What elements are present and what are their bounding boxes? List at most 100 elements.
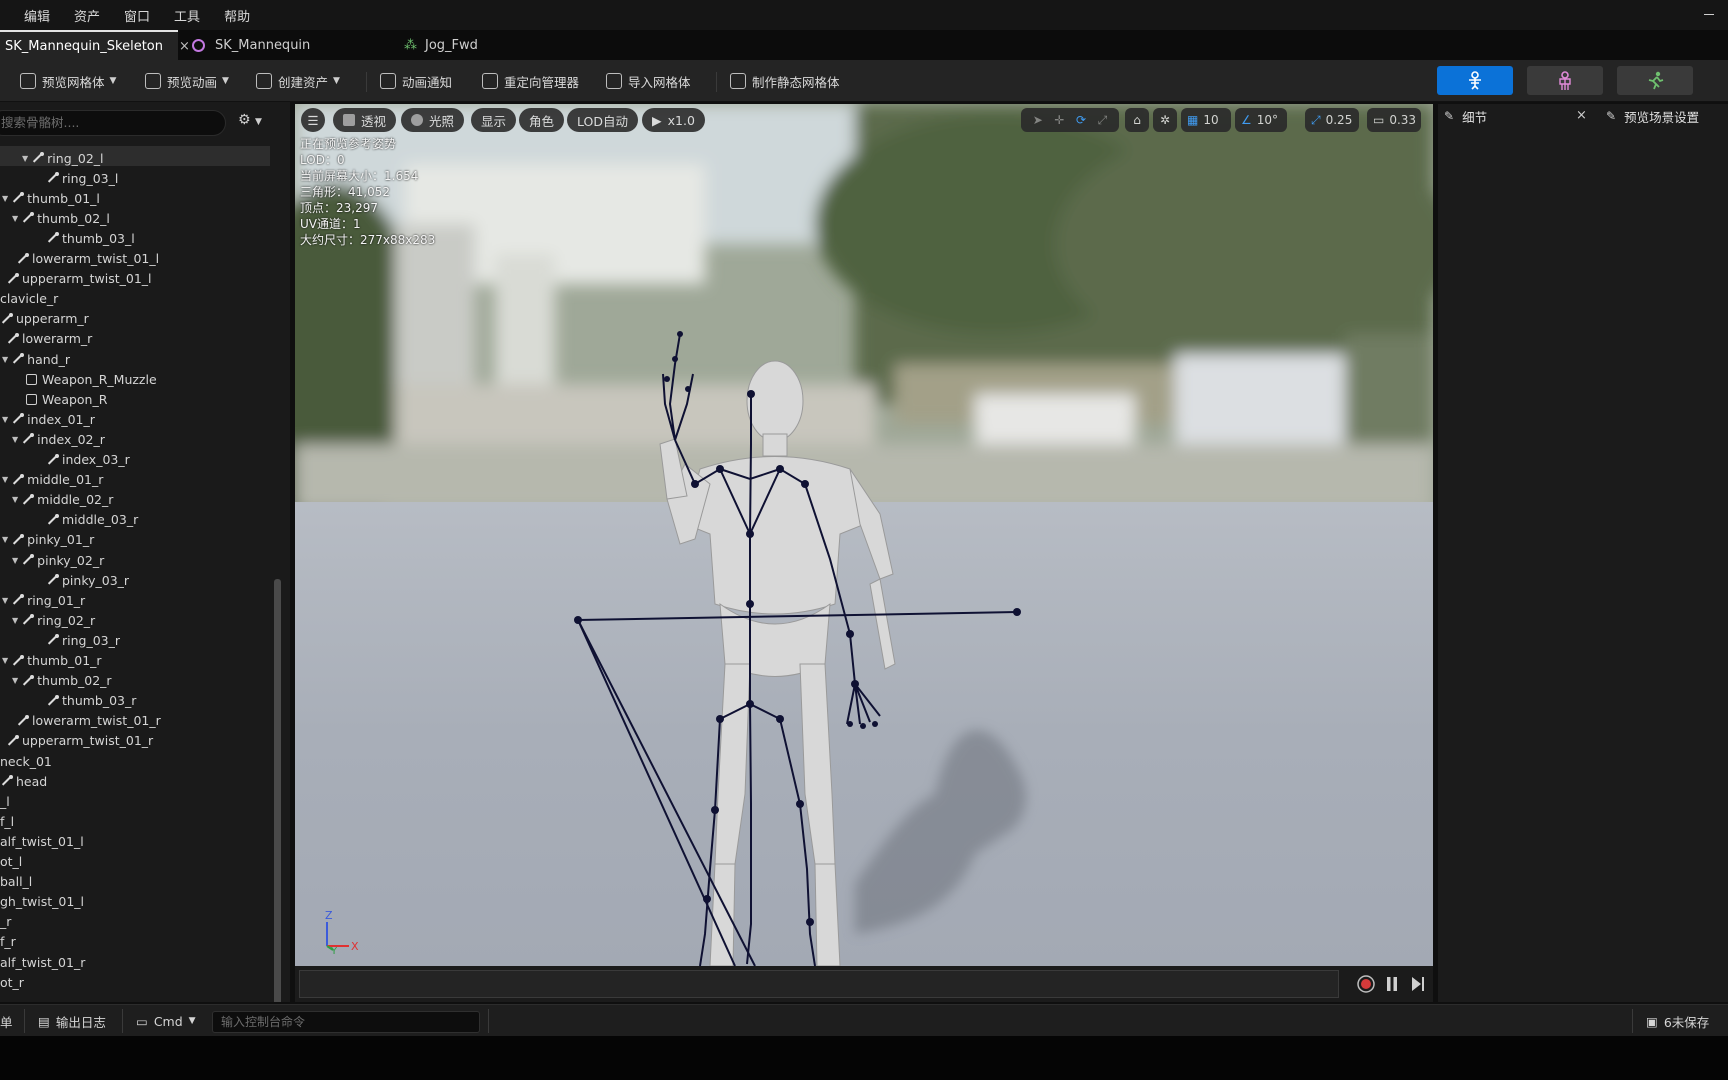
expander-icon[interactable]: ▼ xyxy=(12,435,18,444)
tree-item-weapon-r[interactable]: Weapon_R xyxy=(26,389,107,409)
select-icon[interactable]: ➤ xyxy=(1033,113,1043,127)
expander-icon[interactable]: ▼ xyxy=(2,415,8,424)
minimize-icon[interactable] xyxy=(1704,14,1714,15)
tree-item-ring-02-l[interactable]: ▼ ring_02_l xyxy=(22,148,104,168)
tree-item-f-r[interactable]: f_r xyxy=(0,932,16,952)
tree-item-pinky-01-r[interactable]: ▼ pinky_01_r xyxy=(2,530,94,550)
translate-icon[interactable]: ✛ xyxy=(1054,113,1064,127)
lod-button[interactable]: LOD自动 xyxy=(567,108,638,132)
tree-item-f-l[interactable]: f_l xyxy=(0,811,14,831)
make-static-mesh-button[interactable]: 制作静态网格体 xyxy=(730,70,840,92)
tree-item-pinky-02-r[interactable]: ▼ pinky_02_r xyxy=(12,550,104,570)
tree-item-neck-01[interactable]: neck_01 xyxy=(0,751,52,771)
cmd-button[interactable]: ▭ Cmd ▼ xyxy=(136,1012,196,1030)
viewport[interactable]: ☰ 透视 光照 显示 角色 LOD自动 ▶ x1.0 ➤ ✛ ⟳ ⤢ ⌂ ✲ ▦… xyxy=(295,104,1433,966)
create-asset-button[interactable]: 创建资产 ▼ xyxy=(256,70,340,92)
expander-icon[interactable]: ▼ xyxy=(2,475,8,484)
mesh-mode-button[interactable] xyxy=(1527,66,1603,95)
step-forward-button[interactable] xyxy=(1408,975,1426,993)
expander-icon[interactable]: ▼ xyxy=(12,214,18,223)
tree-item-ring-03-r[interactable]: ring_03_r xyxy=(46,630,120,650)
camera-speed-button[interactable]: ▭ 0.33 xyxy=(1367,108,1421,132)
tree-item-ring-03-l[interactable]: ring_03_l xyxy=(46,168,118,188)
tree-item-lowerarm-r[interactable]: lowerarm_r xyxy=(6,329,92,349)
surface-snap-button[interactable]: ✲ xyxy=(1153,108,1177,132)
animation-mode-button[interactable] xyxy=(1617,66,1693,95)
show-button[interactable]: 显示 xyxy=(471,108,517,132)
rotate-icon[interactable]: ⟳ xyxy=(1076,113,1086,127)
tree-item-clavicle-r[interactable]: clavicle_r xyxy=(0,289,58,309)
tree-item-thumb-02-r[interactable]: ▼ thumb_02_r xyxy=(12,671,112,691)
expander-icon[interactable]: ▼ xyxy=(12,616,18,625)
menu-tools[interactable]: 工具 xyxy=(174,6,200,25)
close-icon[interactable]: × xyxy=(1576,108,1587,123)
anim-notify-button[interactable]: 动画通知 xyxy=(380,70,452,92)
content-drawer-button[interactable]: 单 xyxy=(0,1012,13,1030)
tree-item-weapon-r-muzzle[interactable]: Weapon_R_Muzzle xyxy=(26,369,157,389)
tab-skeleton[interactable]: SK_Mannequin_Skeleton × xyxy=(0,30,190,60)
pause-button[interactable] xyxy=(1383,975,1401,993)
skeleton-mode-button[interactable] xyxy=(1437,66,1513,95)
tree-item-ot-r[interactable]: ot_r xyxy=(0,972,24,992)
tree-item-index-03-r[interactable]: index_03_r xyxy=(46,450,130,470)
expander-icon[interactable]: ▼ xyxy=(2,535,8,544)
lighting-button[interactable]: 光照 xyxy=(401,108,465,132)
local-space-button[interactable]: ⌂ xyxy=(1125,108,1149,132)
tree-item-thumb-02-l[interactable]: ▼ thumb_02_l xyxy=(12,208,110,228)
tree-item-index-01-r[interactable]: ▼ index_01_r xyxy=(2,409,95,429)
tree-item--r[interactable]: _r xyxy=(0,912,11,932)
tree-item-index-02-r[interactable]: ▼ index_02_r xyxy=(12,429,105,449)
tree-item-thumb-01-r[interactable]: ▼ thumb_01_r xyxy=(2,651,102,671)
expander-icon[interactable]: ▼ xyxy=(22,154,28,163)
character-button[interactable]: 角色 xyxy=(519,108,565,132)
tree-item-thumb-03-l[interactable]: thumb_03_l xyxy=(46,228,135,248)
tab-details[interactable]: ✎ 细节 xyxy=(1444,104,1594,128)
tree-item-ring-01-r[interactable]: ▼ ring_01_r xyxy=(2,590,85,610)
expander-icon[interactable]: ▼ xyxy=(12,556,18,565)
tree-item-upperarm-r[interactable]: upperarm_r xyxy=(0,309,89,329)
rotation-snap-button[interactable]: ∠ 10° xyxy=(1235,108,1287,132)
scale-snap-button[interactable]: ⤢ 0.25 xyxy=(1305,108,1359,132)
console-command-input[interactable]: 输入控制台命令 xyxy=(212,1011,480,1033)
tree-item-middle-01-r[interactable]: ▼ middle_01_r xyxy=(2,470,103,490)
settings-button[interactable]: ⚙ ▼ xyxy=(238,112,272,134)
expander-icon[interactable]: ▼ xyxy=(2,355,8,364)
grid-snap-button[interactable]: ▦ 10 xyxy=(1181,108,1231,132)
preview-anim-button[interactable]: 预览动画 ▼ xyxy=(145,70,229,92)
tree-item-head[interactable]: head xyxy=(0,771,47,791)
tree-item-gh-twist-01-l[interactable]: gh_twist_01_l xyxy=(0,892,84,912)
preview-mesh-button[interactable]: 预览网格体 ▼ xyxy=(20,70,116,92)
tree-scrollbar[interactable] xyxy=(274,579,281,1002)
tree-item-middle-02-r[interactable]: ▼ middle_02_r xyxy=(12,490,113,510)
playback-rate-button[interactable]: ▶ x1.0 xyxy=(642,108,705,132)
menu-window[interactable]: 窗口 xyxy=(124,6,150,25)
tree-item-ring-02-r[interactable]: ▼ ring_02_r xyxy=(12,610,95,630)
expander-icon[interactable]: ▼ xyxy=(12,495,18,504)
output-log-button[interactable]: ▤ 输出日志 xyxy=(38,1012,106,1030)
tree-item-hand-r[interactable]: ▼ hand_r xyxy=(2,349,70,369)
scale-icon[interactable]: ⤢ xyxy=(1098,113,1108,128)
expander-icon[interactable]: ▼ xyxy=(2,596,8,605)
tree-item--l[interactable]: _l xyxy=(0,791,10,811)
retarget-manager-button[interactable]: 重定向管理器 xyxy=(482,70,579,92)
tree-item-upperarm-twist-01-l[interactable]: upperarm_twist_01_l xyxy=(6,269,152,289)
skeleton-search-input[interactable]: 搜索骨骼树.... xyxy=(0,110,226,136)
tab-animation[interactable]: ⁂ Jog_Fwd xyxy=(404,30,564,60)
timeline-track[interactable] xyxy=(299,970,1339,998)
tab-preview-scene[interactable]: ✎ 预览场景设置 xyxy=(1606,104,1728,128)
close-icon[interactable]: × xyxy=(179,39,190,54)
menu-help[interactable]: 帮助 xyxy=(224,6,250,25)
tree-item-alf-twist-01-r[interactable]: alf_twist_01_r xyxy=(0,952,85,972)
viewport-options-button[interactable]: ☰ xyxy=(301,108,325,132)
tree-item-lowerarm-twist-01-r[interactable]: lowerarm_twist_01_r xyxy=(16,711,161,731)
menu-edit[interactable]: 编辑 xyxy=(24,6,50,25)
import-mesh-button[interactable]: 导入网格体 xyxy=(606,70,691,92)
tree-item-thumb-03-r[interactable]: thumb_03_r xyxy=(46,691,136,711)
expander-icon[interactable]: ▼ xyxy=(2,194,8,203)
tree-item-lowerarm-twist-01-l[interactable]: lowerarm_twist_01_l xyxy=(16,249,159,269)
perspective-button[interactable]: 透视 xyxy=(333,108,397,132)
tree-item-thumb-01-l[interactable]: ▼ thumb_01_l xyxy=(2,188,100,208)
tree-item-pinky-03-r[interactable]: pinky_03_r xyxy=(46,570,129,590)
record-button[interactable] xyxy=(1357,975,1375,993)
tree-item-alf-twist-01-l[interactable]: alf_twist_01_l xyxy=(0,831,84,851)
